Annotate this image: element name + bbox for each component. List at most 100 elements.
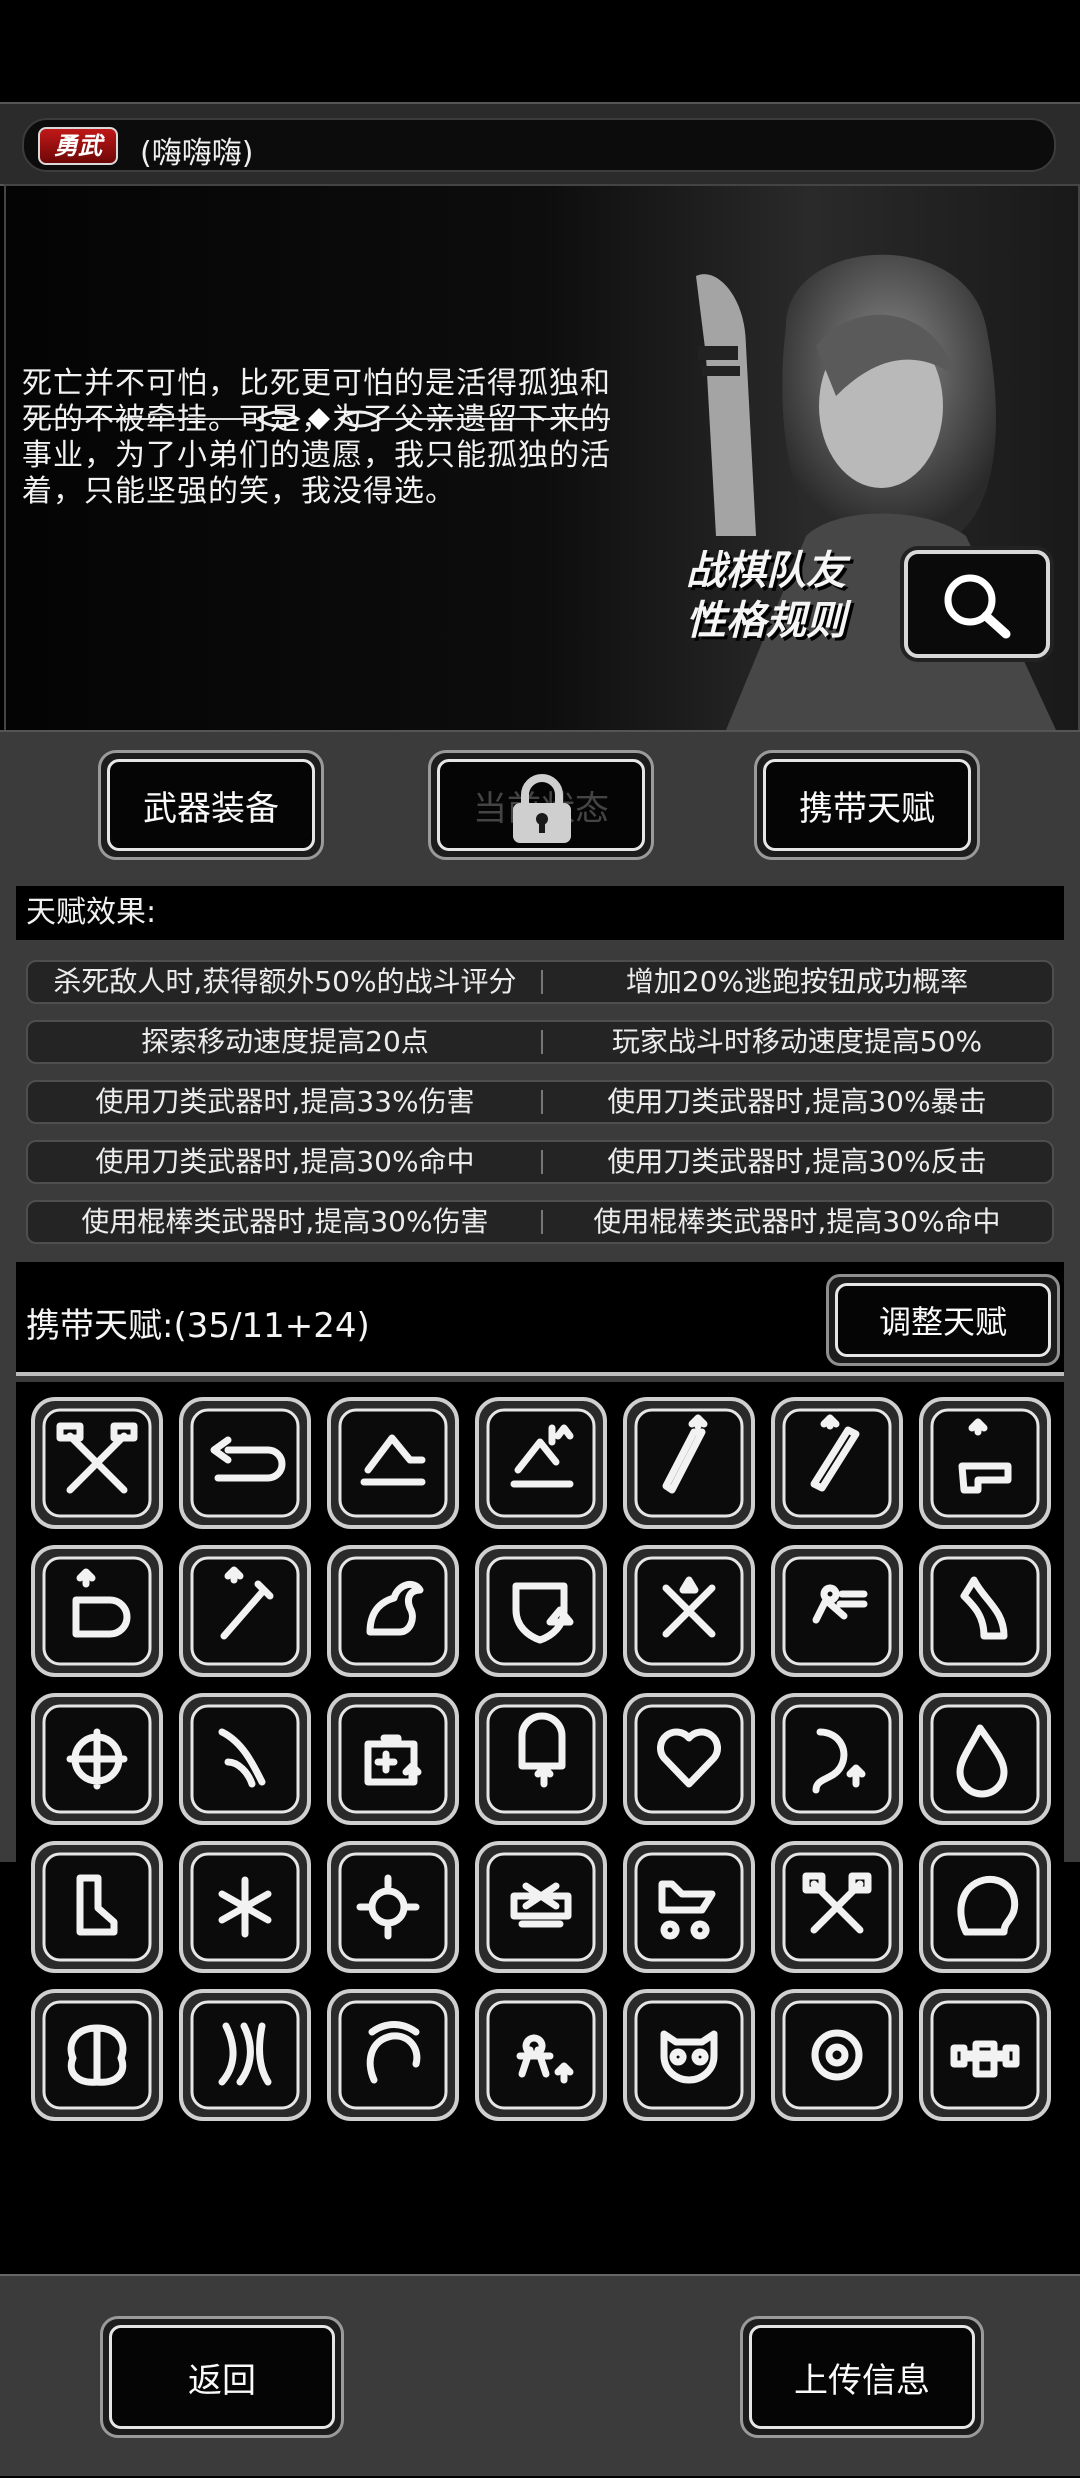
- talent-slot[interactable]: [326, 1988, 460, 2122]
- leg-icon: [919, 1545, 1051, 1677]
- talent-slot[interactable]: [326, 1692, 460, 1826]
- knife-up-icon: [623, 1397, 755, 1529]
- snowflake-up-icon: [179, 1841, 311, 1973]
- talent-slot[interactable]: [770, 1544, 904, 1678]
- magnify-button[interactable]: [904, 550, 1050, 658]
- claw-arm-icon: [179, 1693, 311, 1825]
- shield-up-icon: [475, 1545, 607, 1677]
- talent-icon-grid: [16, 1382, 1064, 2152]
- adjust-talent-button[interactable]: 调整天赋: [826, 1274, 1060, 1366]
- flexed-arm-icon: [327, 1545, 459, 1677]
- boot-up-icon: [31, 1841, 163, 1973]
- story-panel: 死亡并不可怕，比死更可怕的是活得孤独和死的不被牵挂。可是，为了父亲遗留下来的事业…: [4, 184, 1080, 732]
- lock-icon: [513, 774, 571, 843]
- talent-slot[interactable]: [178, 1396, 312, 1530]
- carry-talent-count: 携带天赋:(35/11+24): [26, 1306, 370, 1346]
- talent-slot[interactable]: [918, 1988, 1052, 2122]
- talent-slot[interactable]: [918, 1692, 1052, 1826]
- talent-slot[interactable]: [178, 1840, 312, 1974]
- blood-drop-up-icon: [919, 1693, 1051, 1825]
- effect-row: 使用刀类武器时,提高30%命中 使用刀类武器时,提高30%反击: [26, 1140, 1054, 1184]
- effect-text: 增加20%逃跑按钮成功概率: [625, 965, 969, 998]
- talent-slot[interactable]: [30, 1988, 164, 2122]
- talent-slot[interactable]: [178, 1692, 312, 1826]
- effect-text: 探索移动速度提高20点: [141, 1025, 429, 1058]
- talent-slot[interactable]: [622, 1988, 756, 2122]
- talent-panel: 天赋效果: 杀死敌人时,获得额外50%的战斗评分 增加20%逃跑按钮成功概率 探…: [0, 872, 1080, 2152]
- talent-slot[interactable]: [474, 1396, 608, 1530]
- effect-text: 使用刀类武器时,提高30%命中: [95, 1145, 475, 1178]
- name-strip: 勇武 (嗨嗨嗨): [0, 102, 1080, 186]
- effect-text: 使用刀类武器时,提高30%反击: [607, 1145, 987, 1178]
- medkit-up-icon: [327, 1693, 459, 1825]
- talent-slot[interactable]: [30, 1544, 164, 1678]
- bottom-bar: 返回 上传信息: [0, 2274, 1080, 2476]
- upload-label: 上传信息: [749, 2325, 975, 2429]
- talent-slot[interactable]: [770, 1692, 904, 1826]
- talent-slot[interactable]: [770, 1396, 904, 1530]
- story-quote: 死亡并不可怕，比死更可怕的是活得孤独和死的不被牵挂。可是，为了父亲遗留下来的事业…: [22, 366, 611, 509]
- talent-slot[interactable]: [622, 1396, 756, 1530]
- tab-talent[interactable]: 携带天赋: [754, 750, 980, 860]
- talent-slot[interactable]: [178, 1988, 312, 2122]
- back-button[interactable]: 返回: [100, 2316, 344, 2438]
- rules-line-1: 战棋队友: [686, 548, 846, 594]
- brain-icon: [31, 1989, 163, 2121]
- speed-boot-icon: [475, 1397, 607, 1529]
- effect-text: 使用棍棒类武器时,提高30%命中: [593, 1205, 1001, 1238]
- character-name: (嗨嗨嗨): [140, 136, 254, 171]
- effect-text: 使用刀类武器时,提高30%暴击: [607, 1085, 987, 1118]
- talent-slot[interactable]: [326, 1396, 460, 1530]
- sun-up-icon: [327, 1841, 459, 1973]
- nerves-icon: [179, 1989, 311, 2121]
- night-eye-icon: [771, 1989, 903, 2121]
- running-man-icon: [771, 1545, 903, 1677]
- magnify-icon: [944, 574, 1011, 639]
- talent-slot[interactable]: [30, 1840, 164, 1974]
- head-brain-icon: [919, 1841, 1051, 1973]
- carry-talent-bar: 携带天赋:(35/11+24) 调整天赋: [16, 1262, 1064, 1376]
- talent-slot[interactable]: [474, 1840, 608, 1974]
- talent-slot[interactable]: [770, 1840, 904, 1974]
- talent-slot[interactable]: [178, 1544, 312, 1678]
- effect-text: 杀死敌人时,获得额外50%的战斗评分: [53, 965, 517, 998]
- tab-weapons-label: 武器装备: [107, 759, 315, 851]
- dumbbell-hand-icon: [919, 1989, 1051, 2121]
- talent-slot[interactable]: [474, 1692, 608, 1826]
- tab-weapons[interactable]: 武器装备: [98, 750, 324, 860]
- talent-slot[interactable]: [30, 1692, 164, 1826]
- effect-text: 使用刀类武器时,提高33%伤害: [95, 1085, 475, 1118]
- talent-slot[interactable]: [474, 1544, 608, 1678]
- talent-slot[interactable]: [770, 1988, 904, 2122]
- talent-slot[interactable]: [474, 1988, 608, 2122]
- talent-slot[interactable]: [622, 1840, 756, 1974]
- armor-up-icon: [475, 1693, 607, 1825]
- car-speed-icon: [623, 1841, 755, 1973]
- gun-up-icon: [919, 1397, 1051, 1529]
- trait-badge: 勇武: [38, 127, 118, 165]
- talent-slot[interactable]: [622, 1692, 756, 1826]
- effect-text: 使用棍棒类武器时,提高30%伤害: [81, 1205, 489, 1238]
- talent-slot[interactable]: [326, 1544, 460, 1678]
- talent-slot[interactable]: [918, 1840, 1052, 1974]
- tab-current-state[interactable]: 当前状态: [428, 750, 654, 860]
- chess-rules-label: 战棋队友 性格规则: [666, 546, 866, 646]
- angry-person-icon: [475, 1989, 607, 2121]
- talent-slot[interactable]: [326, 1840, 460, 1974]
- upload-info-button[interactable]: 上传信息: [740, 2316, 984, 2438]
- talent-slot[interactable]: [918, 1396, 1052, 1530]
- tab-talent-label: 携带天赋: [763, 759, 971, 851]
- talent-slot[interactable]: [30, 1396, 164, 1530]
- effect-row: 探索移动速度提高20点 玩家战斗时移动速度提高50%: [26, 1020, 1054, 1064]
- back-label: 返回: [109, 2325, 335, 2429]
- talent-slot[interactable]: [622, 1544, 756, 1678]
- syringe-up-icon: [179, 1545, 311, 1677]
- effects-title: 天赋效果:: [16, 886, 1064, 940]
- effect-text: 玩家战斗时移动速度提高50%: [611, 1025, 983, 1058]
- crossed-axes-icon: [31, 1397, 163, 1529]
- fist-up-icon: [31, 1545, 163, 1677]
- talent-slot[interactable]: [918, 1544, 1052, 1678]
- fast-shoe-icon: [327, 1397, 459, 1529]
- character-name-bar: 勇武 (嗨嗨嗨): [22, 118, 1056, 172]
- crossed-hammers-icon: [771, 1841, 903, 1973]
